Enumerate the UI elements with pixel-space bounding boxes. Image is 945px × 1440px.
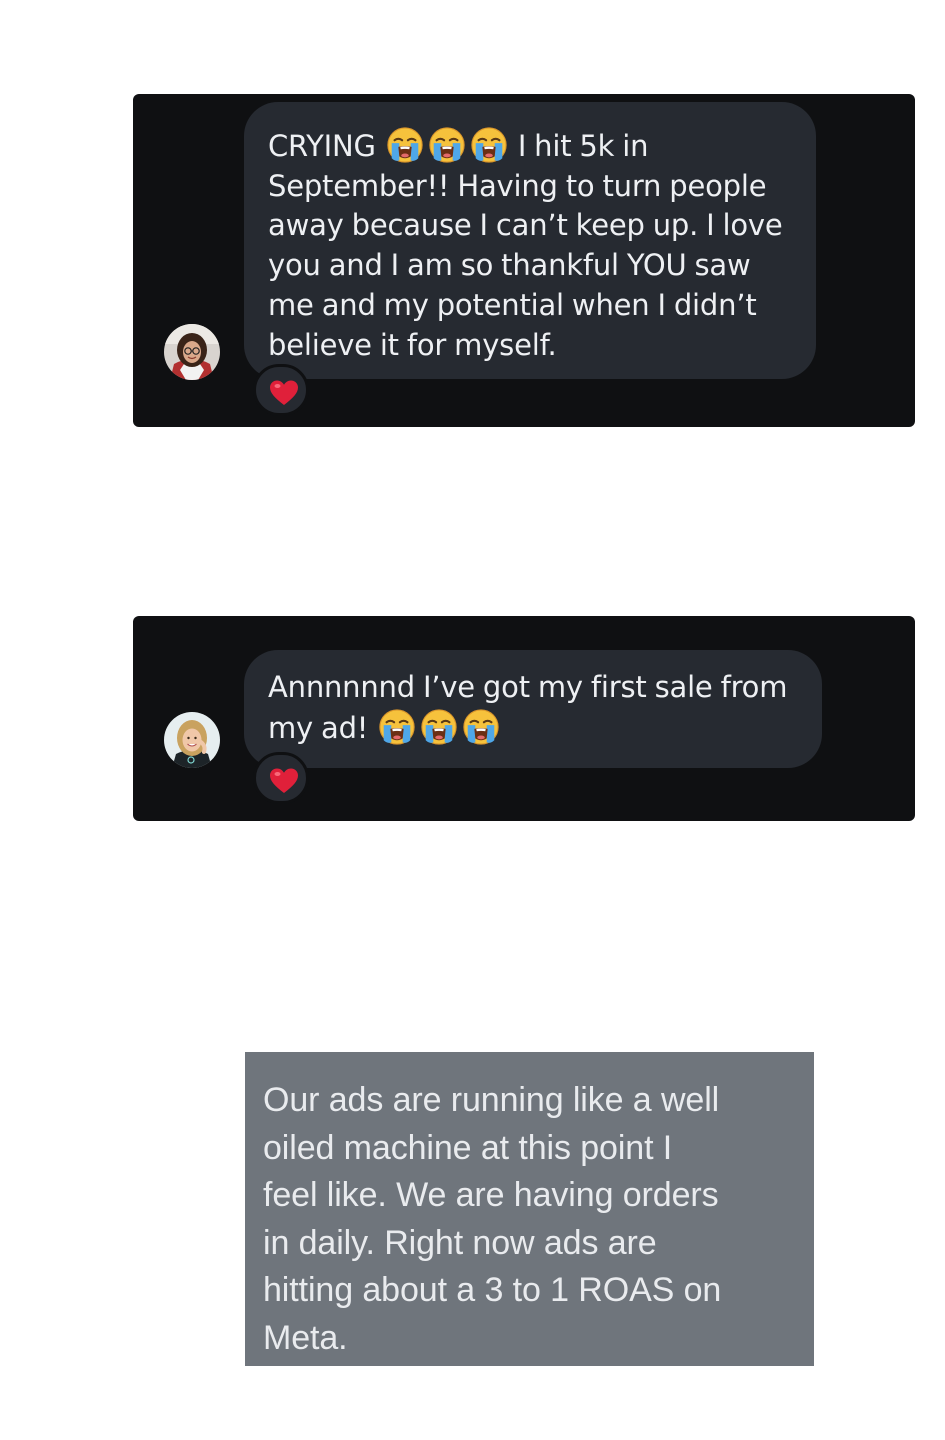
screenshot-message: Our ads are running like a well oiled ma… bbox=[245, 1052, 814, 1366]
screenshot-line: oiled machine at this point I bbox=[263, 1128, 673, 1167]
screenshot-line: Our ads are running like a well bbox=[263, 1081, 720, 1119]
message-card-1: CRYING I hit 5k in September!! Having to… bbox=[133, 94, 915, 427]
avatar-woman-glasses-icon bbox=[164, 324, 220, 380]
loudly-crying-face-icon bbox=[462, 708, 500, 746]
loudly-crying-face-icon bbox=[378, 708, 416, 746]
screenshot-line: Meta. bbox=[263, 1318, 348, 1357]
heart-reaction[interactable] bbox=[253, 752, 309, 804]
loudly-crying-face-icon bbox=[470, 126, 508, 164]
avatar-woman-blonde-icon bbox=[164, 712, 220, 768]
message-line: Annnnnnd I’ve got my first sale from bbox=[268, 670, 788, 704]
loudly-crying-face-icon bbox=[420, 708, 458, 746]
loudly-crying-face-icon bbox=[428, 126, 466, 164]
loudly-crying-face-icon bbox=[386, 126, 424, 164]
avatar[interactable] bbox=[164, 324, 220, 380]
message-line: believe it for myself. bbox=[268, 327, 557, 362]
message-line: September!! Having to turn people bbox=[268, 168, 767, 203]
screenshot-line: in daily. Right now ads are bbox=[263, 1223, 657, 1262]
screenshot-line: feel like. We are having orders bbox=[263, 1176, 719, 1214]
message-bubble[interactable]: Annnnnnd I’ve got my first sale from my … bbox=[244, 650, 822, 768]
red-heart-icon bbox=[270, 768, 298, 793]
message-line-1: CRYING I hit 5k in bbox=[268, 126, 796, 167]
message-line: you and I am so thankful YOU saw bbox=[268, 248, 751, 283]
message-line: me and my potential when I didn’t bbox=[268, 287, 757, 322]
message-line-2: my ad! bbox=[268, 708, 806, 749]
message-bubble[interactable]: CRYING I hit 5k in September!! Having to… bbox=[244, 102, 816, 379]
heart-reaction[interactable] bbox=[253, 364, 309, 416]
screenshot-line: hitting about a 3 to 1 ROAS on bbox=[263, 1271, 722, 1309]
message-line: away because I can’t keep up. I love bbox=[268, 208, 783, 243]
red-heart-icon bbox=[270, 380, 298, 405]
avatar[interactable] bbox=[164, 712, 220, 768]
message-card-2: Annnnnnd I’ve got my first sale from my … bbox=[133, 616, 915, 821]
